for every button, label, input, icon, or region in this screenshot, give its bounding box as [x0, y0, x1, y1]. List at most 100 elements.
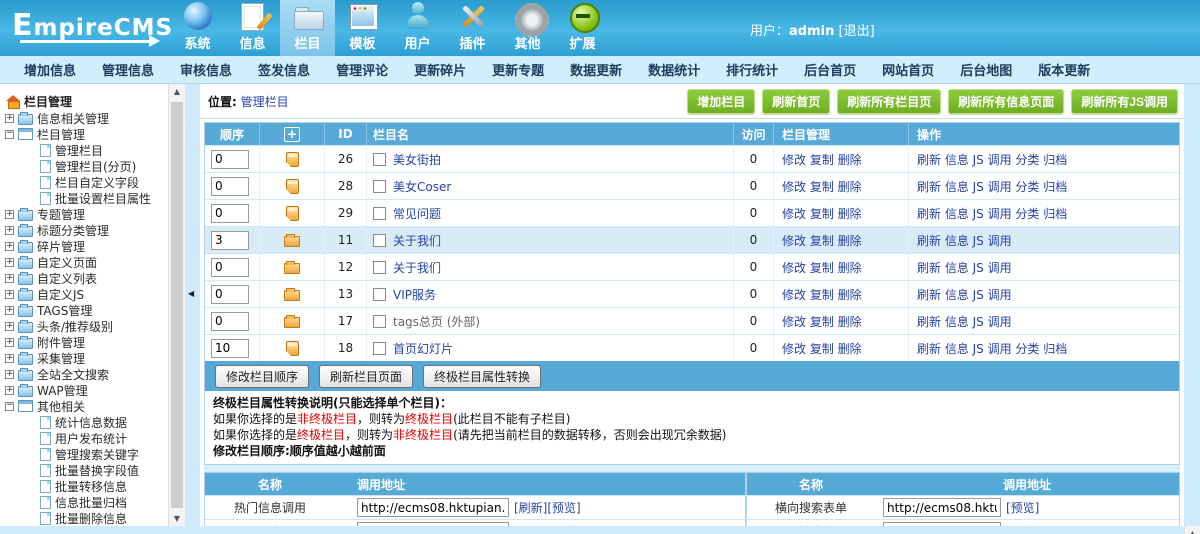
- column-name-link[interactable]: 首页幻灯片: [393, 340, 453, 357]
- scroll-down-icon[interactable]: ▼: [169, 514, 185, 523]
- sub-nav-item[interactable]: 网站首页: [882, 60, 934, 79]
- order-input[interactable]: [211, 177, 249, 196]
- sub-nav-item[interactable]: 数据更新: [570, 60, 622, 79]
- tree-item[interactable]: 碎片管理: [0, 238, 168, 254]
- sidebar-scrollbar[interactable]: ▲ ▼: [168, 84, 185, 526]
- column-name-link[interactable]: 关于我们: [393, 232, 441, 249]
- column-name-link[interactable]: 关于我们: [393, 259, 441, 276]
- tree-item[interactable]: 自定义页面: [0, 254, 168, 270]
- tree-item[interactable]: 批量替换字段值: [0, 462, 168, 478]
- table-toolbar-button[interactable]: 刷新栏目页面: [319, 365, 413, 388]
- operation-links[interactable]: 刷新 信息 JS 调用 分类 归档: [917, 205, 1067, 222]
- tree-item[interactable]: 管理栏目(分页): [0, 158, 168, 174]
- expand-toggle[interactable]: [5, 354, 14, 363]
- main-scrollbar[interactable]: ▲ ▼: [1184, 526, 1200, 534]
- js-call-links[interactable]: [刷新][预览]: [514, 499, 581, 516]
- tree-item[interactable]: 批量设置栏目属性: [0, 190, 168, 206]
- sub-nav-item[interactable]: 更新专题: [492, 60, 544, 79]
- operation-links[interactable]: 刷新 信息 JS 调用: [917, 313, 1012, 330]
- expand-toggle[interactable]: [5, 322, 14, 331]
- tree-item[interactable]: 批量删除信息: [0, 510, 168, 526]
- page-action-button[interactable]: 刷新所有栏目页: [837, 89, 941, 114]
- manage-links[interactable]: 修改 复制 删除: [782, 340, 862, 357]
- column-name-link[interactable]: 美女Coser: [393, 178, 451, 195]
- expand-toggle[interactable]: [5, 226, 14, 235]
- tree-item[interactable]: 栏目管理: [0, 126, 168, 142]
- page-action-button[interactable]: 刷新所有信息页面: [948, 89, 1064, 114]
- row-checkbox[interactable]: [373, 261, 386, 274]
- expand-toggle[interactable]: [5, 210, 14, 219]
- sub-nav-item[interactable]: 版本更新: [1038, 60, 1090, 79]
- order-input[interactable]: [211, 150, 249, 169]
- row-checkbox[interactable]: [373, 342, 386, 355]
- manage-links[interactable]: 修改 复制 删除: [782, 259, 862, 276]
- js-call-url-input[interactable]: [883, 522, 1001, 526]
- tree-item[interactable]: 管理搜索关键字: [0, 446, 168, 462]
- page-action-button[interactable]: 增加栏目: [687, 89, 755, 114]
- column-name-link[interactable]: 美女街拍: [393, 151, 441, 168]
- tree-item[interactable]: 管理栏目: [0, 142, 168, 158]
- order-input[interactable]: [211, 231, 249, 250]
- tree-item[interactable]: 采集管理: [0, 350, 168, 366]
- tree-item[interactable]: 全站全文搜索: [0, 366, 168, 382]
- row-checkbox[interactable]: [373, 234, 386, 247]
- tree-item[interactable]: 信息批量归档: [0, 494, 168, 510]
- js-call-links[interactable]: [预览]: [1006, 499, 1039, 516]
- operation-links[interactable]: 刷新 信息 JS 调用: [917, 232, 1012, 249]
- expand-toggle[interactable]: [5, 386, 14, 395]
- order-input[interactable]: [211, 204, 249, 223]
- operation-links[interactable]: 刷新 信息 JS 调用 分类 归档: [917, 151, 1067, 168]
- expand-toggle[interactable]: [5, 274, 14, 283]
- expand-all-button[interactable]: +: [284, 127, 300, 142]
- sub-nav-item[interactable]: 数据统计: [648, 60, 700, 79]
- sub-nav-item[interactable]: 更新碎片: [414, 60, 466, 79]
- row-checkbox[interactable]: [373, 180, 386, 193]
- column-name-link[interactable]: tags总页 (外部): [393, 313, 480, 330]
- expand-toggle[interactable]: [5, 338, 14, 347]
- tree-item[interactable]: 自定义JS: [0, 286, 168, 302]
- top-menu-tab[interactable]: 其他: [500, 0, 555, 56]
- operation-links[interactable]: 刷新 信息 JS 调用 分类 归档: [917, 340, 1067, 357]
- tree-item[interactable]: 统计信息数据: [0, 414, 168, 430]
- manage-links[interactable]: 修改 复制 删除: [782, 178, 862, 195]
- operation-links[interactable]: 刷新 信息 JS 调用 分类 归档: [917, 178, 1067, 195]
- top-menu-tab[interactable]: 系统: [170, 0, 225, 56]
- tree-item[interactable]: WAP管理: [0, 382, 168, 398]
- top-menu-tab[interactable]: 插件: [445, 0, 500, 56]
- operation-links[interactable]: 刷新 信息 JS 调用: [917, 259, 1012, 276]
- tree-item[interactable]: 附件管理: [0, 334, 168, 350]
- top-menu-tab[interactable]: 信息: [225, 0, 280, 56]
- tree-item[interactable]: 头条/推荐级别: [0, 318, 168, 334]
- sub-nav-item[interactable]: 签发信息: [258, 60, 310, 79]
- column-name-link[interactable]: 常见问题: [393, 205, 441, 222]
- sub-nav-item[interactable]: 管理评论: [336, 60, 388, 79]
- scroll-up-icon[interactable]: ▲: [169, 87, 185, 96]
- expand-toggle[interactable]: [5, 130, 14, 139]
- sub-nav-item[interactable]: 管理信息: [102, 60, 154, 79]
- table-toolbar-button[interactable]: 终极栏目属性转换: [423, 365, 541, 388]
- row-checkbox[interactable]: [373, 153, 386, 166]
- expand-toggle[interactable]: [5, 258, 14, 267]
- page-action-button[interactable]: 刷新所有JS调用: [1071, 89, 1178, 114]
- tree-item[interactable]: 标题分类管理: [0, 222, 168, 238]
- tree-item[interactable]: 栏目自定义字段: [0, 174, 168, 190]
- tree-item[interactable]: 用户发布统计: [0, 430, 168, 446]
- expand-toggle[interactable]: [5, 370, 14, 379]
- top-menu-tab[interactable]: 模板: [335, 0, 390, 56]
- expand-toggle[interactable]: [5, 114, 14, 123]
- expand-toggle[interactable]: [5, 242, 14, 251]
- expand-toggle[interactable]: [5, 306, 14, 315]
- order-input[interactable]: [211, 312, 249, 331]
- column-name-link[interactable]: VIP服务: [393, 286, 436, 303]
- sub-nav-item[interactable]: 增加信息: [24, 60, 76, 79]
- tree-item[interactable]: 专题管理: [0, 206, 168, 222]
- scrollbar-thumb[interactable]: [171, 102, 183, 508]
- row-checkbox[interactable]: [373, 207, 386, 220]
- order-input[interactable]: [211, 285, 249, 304]
- sub-nav-item[interactable]: 后台首页: [804, 60, 856, 79]
- tree-item[interactable]: 其他相关: [0, 398, 168, 414]
- tree-item[interactable]: TAGS管理: [0, 302, 168, 318]
- manage-links[interactable]: 修改 复制 删除: [782, 205, 862, 222]
- js-call-url-input[interactable]: [357, 498, 509, 517]
- js-call-links[interactable]: [预览]: [1006, 523, 1039, 526]
